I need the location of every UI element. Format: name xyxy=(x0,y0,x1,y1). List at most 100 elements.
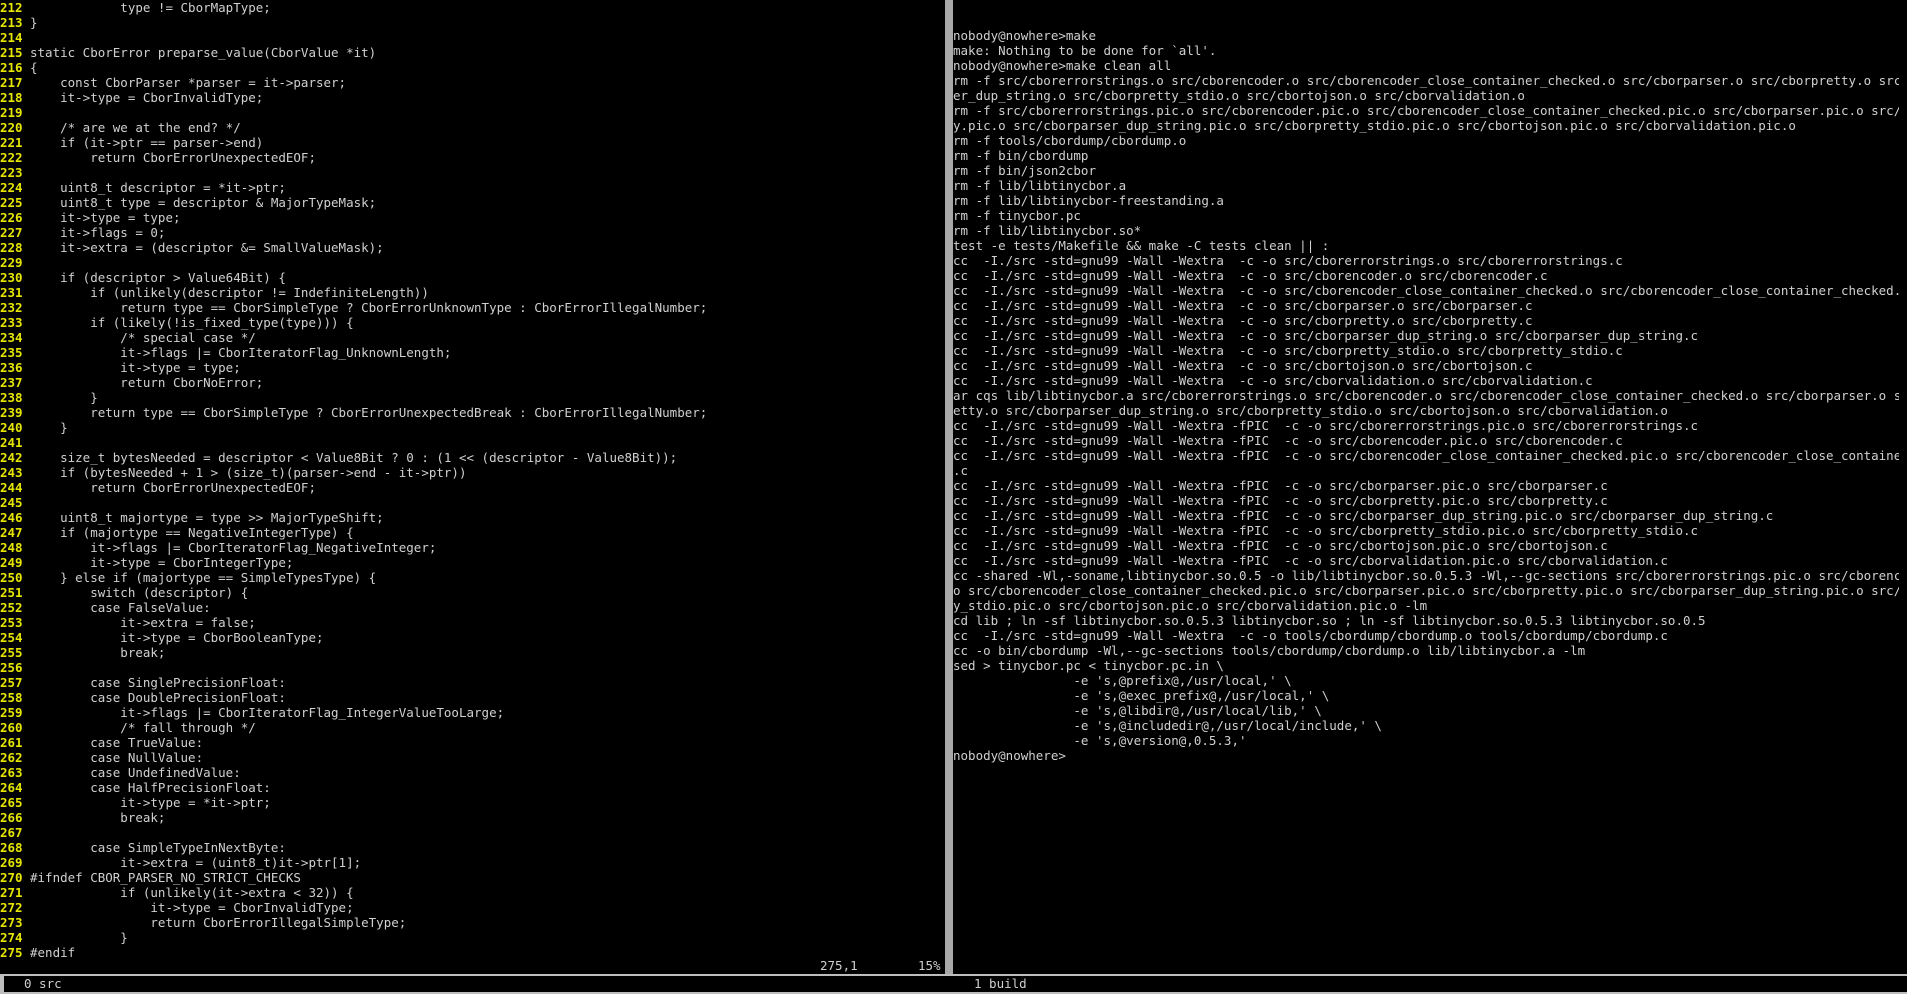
code-line[interactable]: 231 if (unlikely(descriptor != Indefinit… xyxy=(0,285,945,300)
code-line[interactable]: 268 case SimpleTypeInNextByte: xyxy=(0,840,945,855)
code-line[interactable]: 256 xyxy=(0,660,945,675)
code-line[interactable]: 224 uint8_t descriptor = *it->ptr; xyxy=(0,180,945,195)
line-number: 220 xyxy=(0,120,23,135)
cursor-position: 275,1 xyxy=(820,958,858,973)
code-line[interactable]: 270 #ifndef CBOR_PARSER_NO_STRICT_CHECKS xyxy=(0,870,945,885)
code-line[interactable]: 248 it->flags |= CborIteratorFlag_Negati… xyxy=(0,540,945,555)
line-number: 258 xyxy=(0,690,23,705)
code-line[interactable]: 265 it->type = *it->ptr; xyxy=(0,795,945,810)
terminal-line: cc -I./src -std=gnu99 -Wall -Wextra -c -… xyxy=(953,628,1668,643)
code-line[interactable]: 255 break; xyxy=(0,645,945,660)
code-line[interactable]: 240 } xyxy=(0,420,945,435)
code-line[interactable]: 228 it->extra = (descriptor &= SmallValu… xyxy=(0,240,945,255)
code-line[interactable]: 233 if (likely(!is_fixed_type(type))) { xyxy=(0,315,945,330)
line-number: 236 xyxy=(0,360,23,375)
code-text: } xyxy=(30,930,128,945)
code-line[interactable]: 262 case NullValue: xyxy=(0,750,945,765)
code-text: case FalseValue: xyxy=(30,600,211,615)
code-line[interactable]: 225 uint8_t type = descriptor & MajorTyp… xyxy=(0,195,945,210)
line-number: 253 xyxy=(0,615,23,630)
terminal-line: -e 's,@includedir@,/usr/local/include,' … xyxy=(953,718,1382,733)
code-line[interactable]: 245 xyxy=(0,495,945,510)
code-line[interactable]: 244 return CborErrorUnexpectedEOF; xyxy=(0,480,945,495)
code-line[interactable]: 269 it->extra = (uint8_t)it->ptr[1]; xyxy=(0,855,945,870)
editor-code-area[interactable]: 212 type != CborMapType; 213} 214 215 static… xyxy=(0,0,945,960)
code-line[interactable]: 251 switch (descriptor) { xyxy=(0,585,945,600)
line-number: 226 xyxy=(0,210,23,225)
code-text: case SinglePrecisionFloat: xyxy=(30,675,286,690)
code-line[interactable]: 239 return type == CborSimpleType ? Cbor… xyxy=(0,405,945,420)
code-line[interactable]: 221 if (it->ptr == parser->end) xyxy=(0,135,945,150)
code-line[interactable]: 267 xyxy=(0,825,945,840)
code-line[interactable]: 273 return CborErrorIllegalSimpleType; xyxy=(0,915,945,930)
code-line[interactable]: 229 xyxy=(0,255,945,270)
code-line[interactable]: 257 case SinglePrecisionFloat: xyxy=(0,675,945,690)
code-line[interactable]: 250 } else if (majortype == SimpleTypesT… xyxy=(0,570,945,585)
code-line[interactable]: 242 size_t bytesNeeded = descriptor < Va… xyxy=(0,450,945,465)
code-line[interactable]: 274 } xyxy=(0,930,945,945)
code-line[interactable]: 271 if (unlikely(it->extra < 32)) { xyxy=(0,885,945,900)
code-line[interactable]: 263 case UndefinedValue: xyxy=(0,765,945,780)
terminal-line: y.pic.o src/cborparser_dup_string.pic.o … xyxy=(953,118,1796,133)
line-number: 233 xyxy=(0,315,23,330)
code-line[interactable]: 238 } xyxy=(0,390,945,405)
code-line[interactable]: 232 return type == CborSimpleType ? Cbor… xyxy=(0,300,945,315)
code-line[interactable]: 236 it->type = type; xyxy=(0,360,945,375)
code-text: return CborErrorUnexpectedEOF; xyxy=(30,150,316,165)
line-number: 221 xyxy=(0,135,23,150)
code-text: return CborErrorIllegalSimpleType; xyxy=(30,915,407,930)
code-line[interactable]: 258 case DoublePrecisionFloat: xyxy=(0,690,945,705)
line-number: 223 xyxy=(0,165,23,180)
code-line[interactable]: 264 case HalfPrecisionFloat: xyxy=(0,780,945,795)
code-line[interactable]: 261 case TrueValue: xyxy=(0,735,945,750)
code-line[interactable]: 215 static CborError preparse_value(CborV… xyxy=(0,45,945,60)
code-line[interactable]: 217 const CborParser *parser = it->parse… xyxy=(0,75,945,90)
code-line[interactable]: 235 it->flags |= CborIteratorFlag_Unknow… xyxy=(0,345,945,360)
terminal-pane[interactable]: nobody@nowhere>make make: Nothing to be d… xyxy=(953,0,1899,974)
code-line[interactable]: 234 /* special case */ xyxy=(0,330,945,345)
code-line[interactable]: 223 xyxy=(0,165,945,180)
code-line[interactable]: 212 type != CborMapType; xyxy=(0,0,945,15)
terminal-line: -e 's,@libdir@,/usr/local/lib,' \ xyxy=(953,703,1322,718)
code-line[interactable]: 249 it->type = CborIntegerType; xyxy=(0,555,945,570)
code-line[interactable]: 218 it->type = CborInvalidType; xyxy=(0,90,945,105)
window-tab-build[interactable]: 1 build xyxy=(954,976,1907,992)
code-line[interactable]: 216 { xyxy=(0,60,945,75)
code-text: it->type = CborInvalidType; xyxy=(30,90,264,105)
code-line[interactable]: 237 return CborNoError; xyxy=(0,375,945,390)
code-text: if (unlikely(descriptor != IndefiniteLen… xyxy=(30,285,429,300)
code-line[interactable]: 220 /* are we at the end? */ xyxy=(0,120,945,135)
pane-divider[interactable] xyxy=(945,0,953,974)
code-line[interactable]: 227 it->flags = 0; xyxy=(0,225,945,240)
code-line[interactable]: 230 if (descriptor > Value64Bit) { xyxy=(0,270,945,285)
terminal-line: cc -I./src -std=gnu99 -Wall -Wextra -fPI… xyxy=(953,508,1774,523)
line-number: 238 xyxy=(0,390,23,405)
window-tab-src[interactable]: 0 src xyxy=(4,976,960,992)
code-line[interactable]: 243 if (bytesNeeded + 1 > (size_t)(parse… xyxy=(0,465,945,480)
code-line[interactable]: 246 uint8_t majortype = type >> MajorTyp… xyxy=(0,510,945,525)
code-line[interactable]: 222 return CborErrorUnexpectedEOF; xyxy=(0,150,945,165)
editor-pane[interactable]: 212 type != CborMapType; 213} 214 215 static… xyxy=(0,0,945,974)
terminal-output[interactable]: nobody@nowhere>make make: Nothing to be d… xyxy=(953,28,1899,763)
code-line[interactable]: 272 it->type = CborInvalidType; xyxy=(0,900,945,915)
terminal-line: y_stdio.pic.o src/cbortojson.pic.o src/c… xyxy=(953,598,1428,613)
code-line[interactable]: 214 xyxy=(0,30,945,45)
code-line[interactable]: 226 it->type = type; xyxy=(0,210,945,225)
code-text: case DoublePrecisionFloat: xyxy=(30,690,286,705)
code-line[interactable]: 247 if (majortype == NegativeIntegerType… xyxy=(0,525,945,540)
code-text: /* are we at the end? */ xyxy=(30,120,241,135)
code-line[interactable]: 260 /* fall through */ xyxy=(0,720,945,735)
code-text: return CborNoError; xyxy=(30,375,264,390)
code-text: } else if (majortype == SimpleTypesType)… xyxy=(30,570,377,585)
code-line[interactable]: 266 break; xyxy=(0,810,945,825)
code-line[interactable]: 254 it->type = CborBooleanType; xyxy=(0,630,945,645)
line-number: 215 xyxy=(0,45,23,60)
code-line[interactable]: 219 xyxy=(0,105,945,120)
line-number: 273 xyxy=(0,915,23,930)
code-line[interactable]: 252 case FalseValue: xyxy=(0,600,945,615)
code-line[interactable]: 213} xyxy=(0,15,945,30)
tmux-status-bar: 0 src 1 build xyxy=(0,974,1907,994)
code-line[interactable]: 241 xyxy=(0,435,945,450)
code-line[interactable]: 253 it->extra = false; xyxy=(0,615,945,630)
code-line[interactable]: 259 it->flags |= CborIteratorFlag_Intege… xyxy=(0,705,945,720)
